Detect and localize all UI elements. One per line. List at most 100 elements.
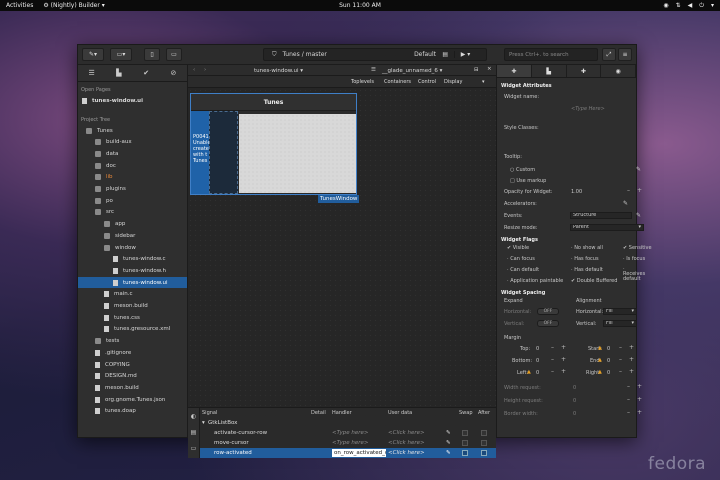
col-detail[interactable]: Detail xyxy=(311,410,326,416)
list-icon[interactable]: ☰ xyxy=(371,67,376,73)
widget-name-input[interactable]: <Type Here> xyxy=(571,106,605,112)
activities-button[interactable]: Activities xyxy=(6,2,33,9)
after-checkbox[interactable] xyxy=(481,430,487,436)
edit-icon[interactable]: ✎ xyxy=(446,430,451,436)
swap-checkbox[interactable] xyxy=(462,440,468,446)
height-request-value[interactable]: 0 xyxy=(573,398,576,404)
flag-checkbox[interactable]: ✔ Double Buffered xyxy=(571,278,617,284)
col-signal[interactable]: Signal xyxy=(202,410,217,416)
tree-item[interactable]: tunes-window.h xyxy=(78,265,187,276)
flag-checkbox[interactable]: · Is focus xyxy=(623,256,645,262)
css-tab-icon[interactable]: ▤ xyxy=(188,424,199,440)
palette-display[interactable]: Display xyxy=(444,79,462,85)
valign-select[interactable]: Fill ▾ xyxy=(603,320,637,327)
preview-sidebar[interactable]: P0041 Unable create with t Tunes xyxy=(191,111,209,194)
flag-checkbox[interactable]: · Has default xyxy=(571,267,603,273)
tree-item[interactable]: DESIGN.md xyxy=(78,371,187,382)
tree-item[interactable]: plugins xyxy=(78,184,187,195)
flag-checkbox[interactable]: · Can focus xyxy=(507,256,535,262)
edit-icon[interactable]: ✎ xyxy=(446,440,451,446)
signal-user-data-input[interactable]: <Click here> xyxy=(388,450,425,456)
preview-tab-icon[interactable]: ▭ xyxy=(188,440,199,456)
build-icon[interactable]: ▤ xyxy=(442,51,448,58)
volume-icon[interactable]: ◀ xyxy=(688,2,693,9)
signal-user-data-input[interactable]: <Click here> xyxy=(388,440,425,446)
tree-item[interactable]: tunes-window.ui xyxy=(78,277,187,289)
preview-window[interactable]: Tunes P0041 Unable create with t Tunes xyxy=(190,93,357,195)
col-swap[interactable]: Swap xyxy=(459,410,473,416)
power-icon[interactable]: ⏻ xyxy=(699,2,704,10)
clock[interactable]: Sun 11:00 AM xyxy=(0,2,720,9)
height-request-plus[interactable]: + xyxy=(637,396,642,403)
margin-top-plus[interactable]: + xyxy=(561,344,566,351)
flag-checkbox[interactable]: · Receives default xyxy=(623,267,645,282)
tree-item[interactable]: main.c xyxy=(78,289,187,300)
tab-packing[interactable]: ▙ xyxy=(532,65,567,77)
tree-item[interactable]: tunes-window.c xyxy=(78,254,187,265)
expand-horizontal-switch[interactable]: OFF xyxy=(537,308,559,315)
tree-item[interactable]: org.gnome.Tunes.json xyxy=(78,394,187,405)
signal-row[interactable]: row-activated on_row_activated_cb <Click h… xyxy=(200,448,496,458)
preview-listbox[interactable] xyxy=(209,111,238,194)
main-menu-button[interactable]: ≡ xyxy=(618,48,632,61)
tree-item[interactable]: src xyxy=(78,207,187,218)
tree-item[interactable]: tunes.gresource.xml xyxy=(78,324,187,335)
margin-start-value[interactable]: 0 xyxy=(607,346,610,352)
tree-item[interactable]: window xyxy=(78,242,187,253)
forward-icon[interactable]: › xyxy=(204,67,206,73)
palette-control[interactable]: Control xyxy=(418,79,436,85)
opacity-plus[interactable]: + xyxy=(637,187,642,194)
expander-icon[interactable]: ▾ xyxy=(202,420,205,426)
tree-item[interactable]: doc xyxy=(78,160,187,171)
opacity-input[interactable]: 1.00 xyxy=(571,189,582,195)
col-after[interactable]: After xyxy=(478,410,490,416)
tooltip-custom-option[interactable]: ○ Custom xyxy=(510,167,535,173)
height-request-minus[interactable]: – xyxy=(627,396,630,403)
app-menu-button[interactable]: ⚙ (Nightly) Builder ▾ xyxy=(43,2,104,9)
accessibility-icon[interactable]: ◉ xyxy=(663,2,668,9)
toggle-panel-button[interactable]: ▭ xyxy=(166,48,182,61)
build-menu-button[interactable]: ▭ ▾ xyxy=(110,48,132,61)
edit-icon[interactable]: ✎ xyxy=(446,450,451,456)
close-tab-icon[interactable]: × xyxy=(487,66,492,72)
margin-bottom-minus[interactable]: – xyxy=(551,356,554,363)
margin-right-plus[interactable]: + xyxy=(629,368,634,375)
margin-end-plus[interactable]: + xyxy=(629,356,634,363)
system-menu-chevron-icon[interactable]: ▾ xyxy=(711,2,714,9)
events-edit-icon[interactable]: ✎ xyxy=(636,212,641,219)
tab-build[interactable]: ▙ xyxy=(105,65,132,81)
object-tab[interactable]: __glade_unnamed_6 ▾ xyxy=(382,68,442,74)
tree-item[interactable]: sidebar xyxy=(78,230,187,241)
run-button[interactable]: ▶ ▾ xyxy=(454,51,476,58)
tab-general[interactable]: ✚ xyxy=(497,65,532,77)
swap-checkbox[interactable] xyxy=(462,450,468,456)
design-canvas[interactable]: Tunes P0041 Unable create with t Tunes T… xyxy=(188,88,496,407)
palette-containers[interactable]: Containers xyxy=(384,79,411,85)
system-tray[interactable]: ◉ ⇅ ◀ ⏻ ▾ xyxy=(663,0,714,11)
width-request-minus[interactable]: – xyxy=(627,383,630,390)
tree-item[interactable]: .gitignore xyxy=(78,347,187,358)
resize-mode-select[interactable]: Parent ▾ xyxy=(570,224,644,231)
tab-symbols[interactable]: ⊘ xyxy=(160,65,187,81)
edit-icon[interactable]: ✎ xyxy=(636,166,641,173)
tab-common[interactable]: ✚ xyxy=(567,65,602,77)
border-width-value[interactable]: 0 xyxy=(573,411,576,417)
palette-toplevels[interactable]: Toplevels xyxy=(351,79,374,85)
events-field[interactable]: Structure xyxy=(570,212,632,219)
signal-row[interactable]: activate-cursor-row <Type here> <Click her… xyxy=(200,428,496,438)
opacity-minus[interactable]: – xyxy=(627,187,630,194)
fullscreen-button[interactable]: ⤢ xyxy=(602,48,616,61)
width-request-plus[interactable]: + xyxy=(637,383,642,390)
tree-item[interactable]: meson.build xyxy=(78,382,187,393)
margin-top-value[interactable]: 0 xyxy=(536,346,539,352)
global-search-input[interactable]: Press Ctrl+. to search xyxy=(504,48,598,61)
tree-item[interactable]: tunes.css xyxy=(78,312,187,323)
signal-group-row[interactable]: ▾ GtkListBox xyxy=(200,418,496,428)
signal-handler-input[interactable]: on_row_activated_cb xyxy=(332,449,386,457)
signal-handler-input[interactable]: <Type here> xyxy=(332,440,369,446)
signal-row[interactable]: move-cursor <Type here> <Click here> ✎ xyxy=(200,438,496,448)
tree-item[interactable]: meson.build xyxy=(78,301,187,312)
flag-checkbox[interactable]: · No show all xyxy=(571,245,603,251)
margin-end-minus[interactable]: – xyxy=(619,356,622,363)
margin-top-minus[interactable]: – xyxy=(551,344,554,351)
